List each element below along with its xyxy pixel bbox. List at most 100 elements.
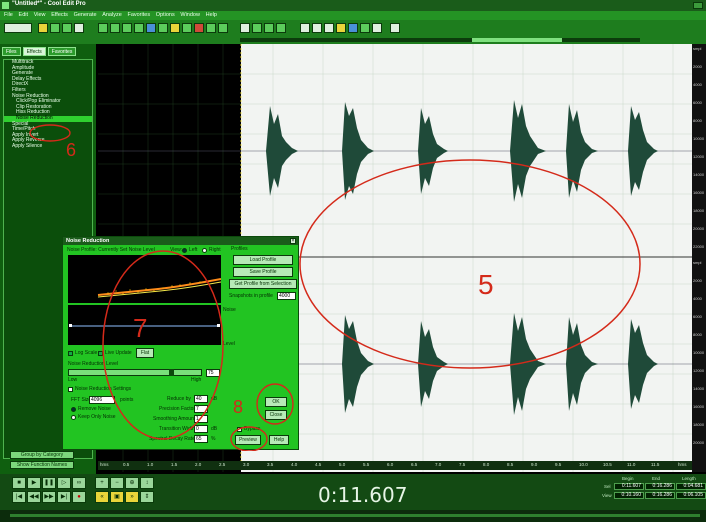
- menu-help[interactable]: Help: [206, 12, 217, 18]
- window-title: "Untitled*" - Cool Edit Pro: [12, 1, 86, 7]
- menu-analyze[interactable]: Analyze: [102, 12, 122, 18]
- pause-icon[interactable]: ❚❚: [42, 477, 56, 489]
- fast-forward-icon[interactable]: ▶▶: [42, 491, 56, 503]
- cue-icon[interactable]: [206, 23, 216, 33]
- undo-icon[interactable]: [146, 23, 156, 33]
- ruler-label: 4000: [693, 296, 702, 301]
- open-file-icon[interactable]: [38, 23, 48, 33]
- menu-window[interactable]: Window: [180, 12, 200, 18]
- trim-icon[interactable]: [170, 23, 180, 33]
- time-tick: 0.5: [123, 462, 130, 467]
- rewind-icon[interactable]: ◀◀: [27, 491, 41, 503]
- cut-icon[interactable]: [98, 23, 108, 33]
- menu-favorites[interactable]: Favorites: [127, 12, 150, 18]
- tab-files[interactable]: Files: [2, 47, 21, 56]
- zoom-left-icon[interactable]: «: [95, 491, 109, 503]
- analysis-icon[interactable]: [336, 23, 346, 33]
- time-tick: 7.0: [435, 462, 442, 467]
- group-by-category-button[interactable]: Group by Category: [10, 451, 74, 459]
- zoom-right-icon[interactable]: »: [125, 491, 139, 503]
- time-tick: 4.0: [291, 462, 298, 467]
- ruler-label: 20000: [693, 440, 705, 445]
- spectral-view-icon[interactable]: [252, 23, 262, 33]
- time-tick: 2.0: [195, 462, 202, 467]
- envelope-icon[interactable]: [300, 23, 310, 33]
- zoom-in-horizontal-icon[interactable]: +: [95, 477, 109, 489]
- column-end: End: [652, 476, 661, 481]
- tab-effects[interactable]: Effects: [22, 47, 46, 56]
- stop-icon[interactable]: ■: [12, 477, 26, 489]
- time-tick: 11.0: [627, 462, 636, 467]
- time-tick: 8.0: [483, 462, 490, 467]
- overview-bar[interactable]: [240, 38, 640, 42]
- window-controls[interactable]: [693, 2, 703, 9]
- tab-favorites[interactable]: Favorites: [47, 47, 77, 56]
- menu-options[interactable]: Options: [156, 12, 175, 18]
- annotation-label-7: 7: [133, 313, 147, 343]
- time-tick: 1.5: [171, 462, 178, 467]
- ruler-label: 12000: [693, 368, 705, 373]
- row-sel-label: Sel: [604, 484, 611, 489]
- go-to-end-icon[interactable]: ▶|: [57, 491, 71, 503]
- left-channel-icon[interactable]: [264, 23, 274, 33]
- zoom-full-icon[interactable]: ⊕: [125, 477, 139, 489]
- sync-icon[interactable]: [390, 23, 400, 33]
- time-tick: 3.0: [243, 462, 250, 467]
- right-channel-icon[interactable]: [276, 23, 286, 33]
- zoom-selection-icon[interactable]: ▣: [110, 491, 124, 503]
- save-icon[interactable]: [50, 23, 60, 33]
- redo-icon[interactable]: [158, 23, 168, 33]
- toggle-view-icon[interactable]: [4, 23, 32, 33]
- menu-view[interactable]: View: [34, 12, 46, 18]
- time-tick: 3.5: [267, 462, 274, 467]
- amplify-icon[interactable]: [312, 23, 322, 33]
- loop-icon[interactable]: ∞: [72, 477, 86, 489]
- mix-paste-icon[interactable]: [134, 23, 144, 33]
- annotation-circle-7: [102, 250, 224, 440]
- play-icon[interactable]: ▶: [27, 477, 41, 489]
- overview-viewport[interactable]: [472, 38, 562, 42]
- save-all-icon[interactable]: [62, 23, 72, 33]
- delete-icon[interactable]: [194, 23, 204, 33]
- zoom-out-vertical-icon[interactable]: ⇕: [140, 491, 154, 503]
- menu-bar: File Edit View Effects Generate Analyze …: [0, 11, 706, 20]
- cd-icon[interactable]: [360, 23, 370, 33]
- play-to-end-icon[interactable]: ▷: [57, 477, 71, 489]
- time-ruler[interactable]: hms 0.5 1.0 1.5 2.0 2.5 3.0 3.5 4.0 4.5 …: [98, 461, 692, 470]
- column-begin: Begin: [622, 476, 634, 481]
- zoom-vertical-icon[interactable]: ↕: [140, 477, 154, 489]
- show-function-names-button[interactable]: Show Function Names: [10, 461, 74, 469]
- ruler-label: 18000: [693, 422, 705, 427]
- menu-effects[interactable]: Effects: [51, 12, 68, 18]
- silence-icon[interactable]: [182, 23, 192, 33]
- annotation-6-layer: 6: [29, 124, 76, 160]
- view-begin-value[interactable]: 0:10.160: [614, 492, 644, 499]
- ruler-label: 4000: [693, 82, 702, 87]
- sel-begin-value[interactable]: 0:11.607: [614, 483, 644, 490]
- title-bar: "Untitled*" - Cool Edit Pro: [0, 0, 706, 11]
- menu-generate[interactable]: Generate: [74, 12, 97, 18]
- paste-icon[interactable]: [122, 23, 132, 33]
- sel-length-value[interactable]: 0:04.681: [676, 483, 706, 490]
- view-length-value[interactable]: 0:06.105: [676, 492, 706, 499]
- record-icon[interactable]: ●: [72, 491, 86, 503]
- copy-icon[interactable]: [110, 23, 120, 33]
- menu-file[interactable]: File: [4, 12, 13, 18]
- spectral-icon[interactable]: [218, 23, 228, 33]
- menu-edit[interactable]: Edit: [19, 12, 28, 18]
- go-to-start-icon[interactable]: |◀: [12, 491, 26, 503]
- new-file-icon[interactable]: [74, 23, 84, 33]
- sel-end-value[interactable]: 0:16.286: [645, 483, 675, 490]
- ruler-label: 6000: [693, 314, 702, 319]
- normalize-icon[interactable]: [324, 23, 334, 33]
- app-icon: [2, 2, 9, 9]
- ruler-label: 14000: [693, 386, 705, 391]
- zoom-out-horizontal-icon[interactable]: −: [110, 477, 124, 489]
- metronome-icon[interactable]: [372, 23, 382, 33]
- time-display: 0:11.607: [318, 483, 408, 507]
- ruler-label: 16000: [693, 190, 705, 195]
- view-end-value[interactable]: 0:16.286: [645, 492, 675, 499]
- scripts-icon[interactable]: [348, 23, 358, 33]
- ruler-label: 8000: [693, 118, 702, 123]
- waveform-view-icon[interactable]: [240, 23, 250, 33]
